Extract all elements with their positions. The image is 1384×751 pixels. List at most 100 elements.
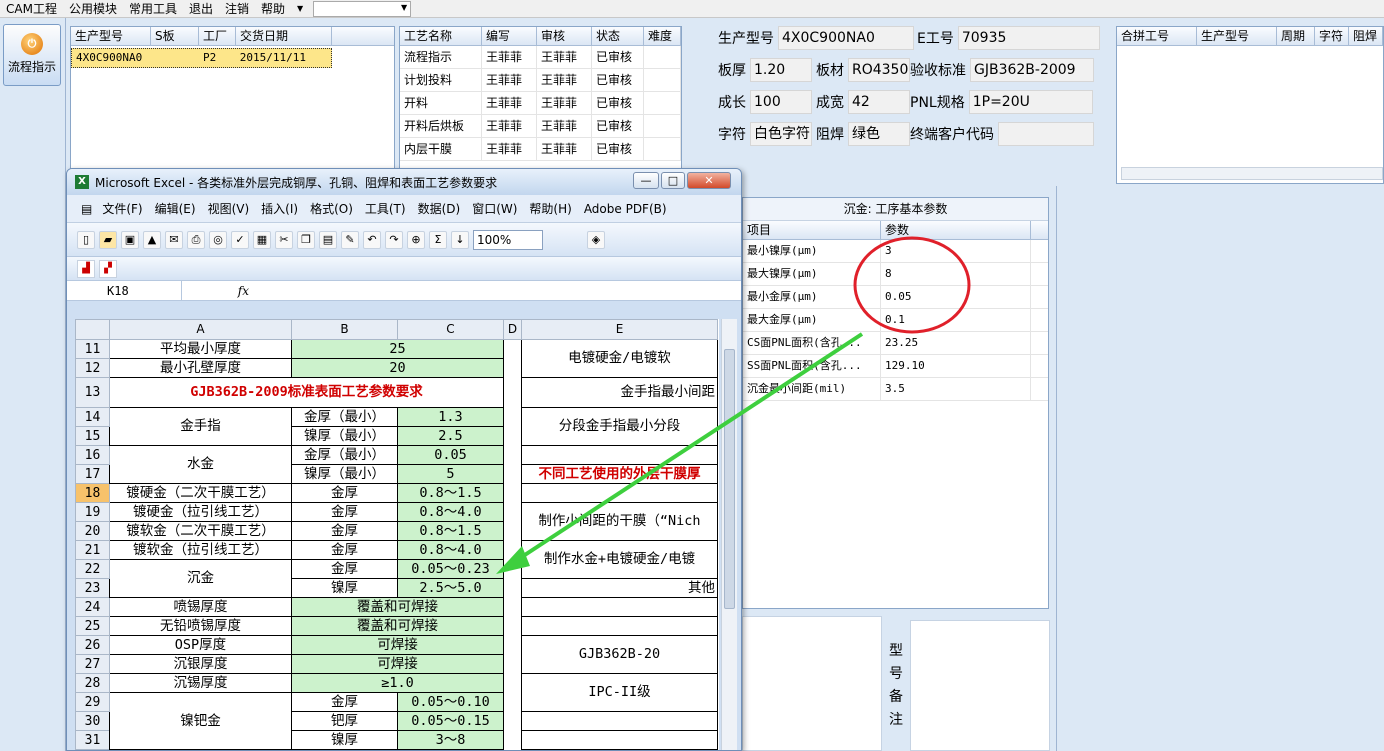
sheet-cell[interactable]: 喷锡厚度 bbox=[109, 597, 292, 617]
sheet-cell[interactable]: 镀硬金（二次干膜工艺） bbox=[109, 483, 292, 503]
sheet-cell[interactable] bbox=[503, 692, 522, 712]
scrollbar-thumb[interactable] bbox=[724, 349, 735, 609]
row-header[interactable]: 29 bbox=[75, 692, 110, 712]
new-icon[interactable]: ▯ bbox=[77, 230, 95, 249]
sheet-cell[interactable]: 平均最小厚度 bbox=[109, 339, 292, 359]
sheet-cell[interactable]: 金厚 bbox=[291, 521, 398, 541]
sheet-cell[interactable]: 5 bbox=[397, 464, 504, 484]
sheet-cell[interactable]: 0.8～1.5 bbox=[397, 483, 504, 503]
sheet-cell[interactable]: 电镀硬金/电镀软 bbox=[521, 339, 718, 378]
menu-logout[interactable]: 注销 bbox=[219, 0, 255, 17]
row-header[interactable]: 18 bbox=[75, 483, 110, 503]
sheet-cell[interactable]: 0.8～4.0 bbox=[397, 540, 504, 560]
col-merge-model[interactable]: 生产型号 bbox=[1197, 27, 1277, 45]
row-header[interactable]: 11 bbox=[75, 339, 110, 359]
sheet-cell[interactable]: 3～8 bbox=[397, 730, 504, 750]
name-box[interactable]: K18 bbox=[67, 280, 182, 301]
menu-window[interactable]: 窗口(W) bbox=[466, 200, 523, 217]
spelling-icon[interactable]: ✓ bbox=[231, 230, 249, 249]
pnl-spec-field[interactable]: 1P=20U bbox=[968, 90, 1093, 114]
sheet-cell[interactable]: 沉金 bbox=[109, 559, 292, 598]
row-header[interactable]: 30 bbox=[75, 711, 110, 731]
e-no-field[interactable]: 70935 bbox=[957, 26, 1100, 50]
sheet-cell[interactable] bbox=[503, 502, 522, 522]
col-due-date[interactable]: 交货日期 bbox=[236, 27, 332, 45]
menu-tools[interactable]: 常用工具 bbox=[123, 0, 183, 17]
sheet-cell[interactable] bbox=[521, 730, 718, 750]
sheet-cell[interactable] bbox=[503, 377, 522, 408]
sheet-cell[interactable] bbox=[503, 616, 522, 636]
customer-code-field[interactable] bbox=[998, 122, 1094, 146]
sheet-cell[interactable] bbox=[503, 358, 522, 378]
undo-icon[interactable]: ↶ bbox=[363, 230, 381, 249]
preview-icon[interactable]: ◎ bbox=[209, 230, 227, 249]
autosum-icon[interactable]: Σ bbox=[429, 230, 447, 249]
sheet-cell[interactable] bbox=[503, 635, 522, 655]
sheet-cell[interactable]: 金厚（最小） bbox=[291, 407, 398, 427]
col-model[interactable]: 生产型号 bbox=[71, 27, 151, 45]
sheet-cell[interactable]: 镍钯金 bbox=[109, 692, 292, 750]
table-row[interactable]: SS面PNL面积(含孔... 129.10 bbox=[743, 355, 1048, 378]
col-header[interactable]: B bbox=[291, 319, 398, 340]
close-button[interactable]: ✕ bbox=[687, 172, 731, 189]
sheet-cell[interactable]: 20 bbox=[291, 358, 504, 378]
col-header[interactable]: E bbox=[521, 319, 718, 340]
table-row[interactable]: 最大金厚(μm) 0.1 bbox=[743, 309, 1048, 332]
sheet-cell[interactable] bbox=[503, 673, 522, 693]
menu-data[interactable]: 数据(D) bbox=[412, 200, 467, 217]
open-icon[interactable]: ▰ bbox=[99, 230, 117, 249]
sheet-cell[interactable]: 金厚 bbox=[291, 540, 398, 560]
row-header[interactable]: 12 bbox=[75, 358, 110, 378]
sheet-cell[interactable]: 0.05～0.15 bbox=[397, 711, 504, 731]
sheet-cell[interactable]: 金手指最小间距 bbox=[521, 377, 718, 408]
sheet-cell[interactable]: GJB362B-20 bbox=[521, 635, 718, 674]
sheet-cell[interactable] bbox=[503, 521, 522, 541]
sheet-cell[interactable]: 镀软金（二次干膜工艺） bbox=[109, 521, 292, 541]
menubar-combobox[interactable]: ▼ bbox=[313, 0, 412, 17]
sheet-cell[interactable]: 无铅喷锡厚度 bbox=[109, 616, 292, 636]
cut-icon[interactable]: ✂ bbox=[275, 230, 293, 249]
sheet-cell[interactable]: 2.5 bbox=[397, 426, 504, 446]
research-icon[interactable]: ▦ bbox=[253, 230, 271, 249]
sheet-cell[interactable]: 不同工艺使用的外层干膜厚 bbox=[521, 464, 718, 484]
col-reviewer[interactable]: 审核 bbox=[537, 27, 592, 45]
menu-insert[interactable]: 插入(I) bbox=[255, 200, 304, 217]
sheet-cell[interactable] bbox=[521, 711, 718, 731]
char-field[interactable]: 白色字符 bbox=[750, 122, 812, 146]
sheet-cell[interactable]: 制作小间距的干膜（“Nich bbox=[521, 502, 718, 541]
sheet-cell[interactable]: GJB362B-2009标准表面工艺参数要求 bbox=[109, 377, 504, 408]
excel-titlebar[interactable]: X Microsoft Excel - 各类标准外层完成铜厚、孔铜、阻焊和表面工… bbox=[67, 169, 741, 195]
sheet-cell[interactable]: 镍厚 bbox=[291, 578, 398, 598]
sheet-cell[interactable]: 钯厚 bbox=[291, 711, 398, 731]
pdf-email-icon[interactable]: ▞ bbox=[99, 259, 117, 278]
sheet-cell[interactable]: 0.8～4.0 bbox=[397, 502, 504, 522]
sheet-cell[interactable]: 可焊接 bbox=[291, 635, 504, 655]
sheet-cell[interactable]: 镍厚 bbox=[291, 730, 398, 750]
accept-std-field[interactable]: GJB362B-2009 bbox=[970, 58, 1094, 82]
sheet-cell[interactable]: 25 bbox=[291, 339, 504, 359]
sheet-cell[interactable]: 金厚（最小） bbox=[291, 445, 398, 465]
sheet-cell[interactable] bbox=[503, 464, 522, 484]
menu-tools[interactable]: 工具(T) bbox=[359, 200, 412, 217]
sheet-cell[interactable]: 制作水金+电镀硬金/电镀 bbox=[521, 540, 718, 579]
width-field[interactable]: 42 bbox=[848, 90, 910, 114]
spreadsheet-grid[interactable]: A B C D E 11 平均最小厚度 25 电镀硬金/电镀软 12 最小孔壁厚度 20 13… bbox=[75, 319, 719, 750]
hyperlink-icon[interactable]: ⊕ bbox=[407, 230, 425, 249]
sheet-cell[interactable]: 最小孔壁厚度 bbox=[109, 358, 292, 378]
format-painter-icon[interactable]: ✎ bbox=[341, 230, 359, 249]
row-header[interactable]: 16 bbox=[75, 445, 110, 465]
sheet-cell[interactable]: 覆盖和可焊接 bbox=[291, 597, 504, 617]
sheet-cell[interactable]: 金厚 bbox=[291, 502, 398, 522]
sheet-cell[interactable]: 分段金手指最小分段 bbox=[521, 407, 718, 446]
sheet-cell[interactable] bbox=[521, 616, 718, 636]
sheet-cell[interactable] bbox=[503, 426, 522, 446]
row-header[interactable]: 31 bbox=[75, 730, 110, 750]
sheet-cell[interactable]: IPC-II级 bbox=[521, 673, 718, 712]
table-row[interactable]: CS面PNL面积(含孔... 23.25 bbox=[743, 332, 1048, 355]
sheet-cell[interactable]: 镍厚（最小） bbox=[291, 426, 398, 446]
sheet-cell[interactable]: 金厚 bbox=[291, 483, 398, 503]
table-row[interactable]: 内层干膜 王菲菲 王菲菲 已审核 bbox=[400, 138, 681, 161]
thickness-field[interactable]: 1.20 bbox=[750, 58, 812, 82]
copy-icon[interactable]: ❐ bbox=[297, 230, 315, 249]
soldermask-field[interactable]: 绿色 bbox=[848, 122, 910, 146]
